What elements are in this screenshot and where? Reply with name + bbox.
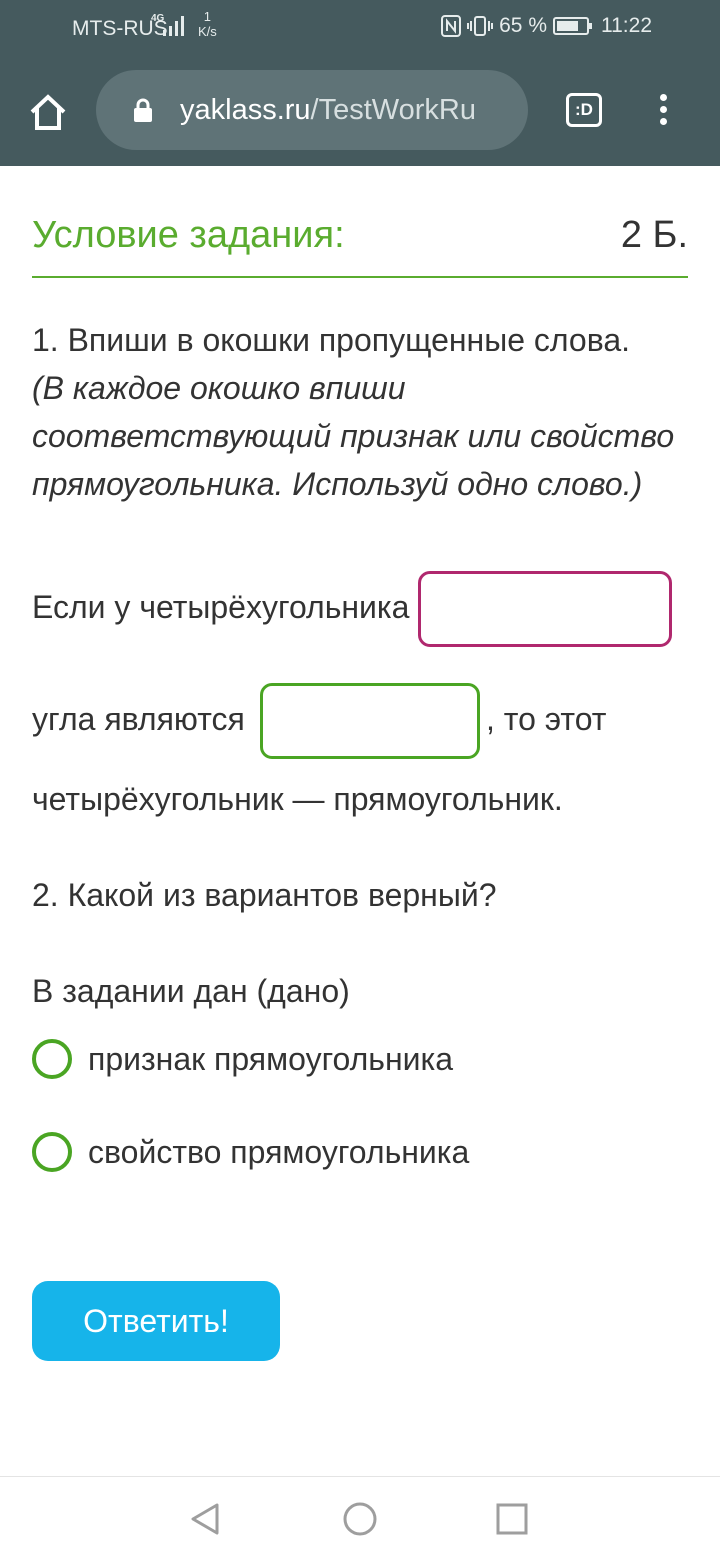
system-nav-bar <box>0 1476 720 1560</box>
back-triangle-icon[interactable] <box>187 1501 223 1537</box>
question-1-hint: (В каждое окошко впиши соответствующий п… <box>32 370 675 502</box>
question-1-text: 1. Впиши в окошки пропущенные слова. (В … <box>32 316 688 508</box>
recents-square-icon[interactable] <box>494 1501 530 1537</box>
browser-toolbar: MTS-RUS 4G 1 K/s 65 % 11:22 yaklass.ru/T… <box>0 0 720 166</box>
battery-percent: 65 % <box>499 14 547 37</box>
question-1-prompt: 1. Впиши в окошки пропущенные слова. <box>32 322 631 358</box>
home-icon[interactable] <box>28 92 68 132</box>
url-text: yaklass.ru/TestWorkRu <box>180 94 476 127</box>
question-2-prompt: 2. Какой из вариантов верный? <box>32 877 497 913</box>
vibrate-icon <box>467 16 494 36</box>
lock-icon <box>134 98 152 122</box>
radio-option-2[interactable]: свойство прямоугольника <box>32 1132 469 1172</box>
radio-option-label: свойство прямоугольника <box>88 1133 470 1170</box>
home-circle-icon[interactable] <box>342 1501 378 1537</box>
task-title: Условие задания: <box>32 214 345 256</box>
answer-blank-2[interactable] <box>260 683 480 759</box>
more-menu-icon[interactable] <box>654 94 672 130</box>
battery-icon <box>553 17 592 35</box>
url-domain: yaklass.ru <box>180 94 311 126</box>
radio-option-label: признак прямоугольника <box>88 1040 454 1077</box>
url-path: /TestWorkRu <box>310 94 476 126</box>
speed-unit: K/s <box>198 24 217 39</box>
status-right: 65 % 11:22 <box>441 14 652 38</box>
question-2-lead: В задании дан (дано) <box>32 973 350 1009</box>
radio-option-1[interactable]: признак прямоугольника <box>32 1039 453 1079</box>
sentence-part-3: , то этот <box>486 701 607 737</box>
clock: 11:22 <box>601 14 652 37</box>
sentence-part-2: угла являются <box>32 701 245 737</box>
task-points: 2 Б. <box>620 214 688 256</box>
submit-button[interactable]: Ответить! <box>32 1281 280 1361</box>
tabs-switcher-button[interactable]: :D <box>566 93 602 127</box>
network-speed: 1 K/s <box>198 9 217 39</box>
nfc-icon <box>441 15 462 37</box>
signal-icon: 4G <box>151 14 185 38</box>
radio-button[interactable] <box>32 1039 72 1079</box>
radio-button[interactable] <box>32 1132 72 1172</box>
task-header: Условие задания: 2 Б. <box>32 212 688 278</box>
address-bar[interactable]: yaklass.ru/TestWorkRu <box>96 70 528 150</box>
speed-value: 1 <box>203 9 212 24</box>
sentence-part-1: Если у четырёхугольника <box>32 589 410 625</box>
answer-blank-1[interactable] <box>418 571 672 647</box>
status-bar: MTS-RUS 4G 1 K/s 65 % 11:22 <box>0 0 720 56</box>
sentence-part-4: четырёхугольник — прямоугольник. <box>32 781 563 817</box>
